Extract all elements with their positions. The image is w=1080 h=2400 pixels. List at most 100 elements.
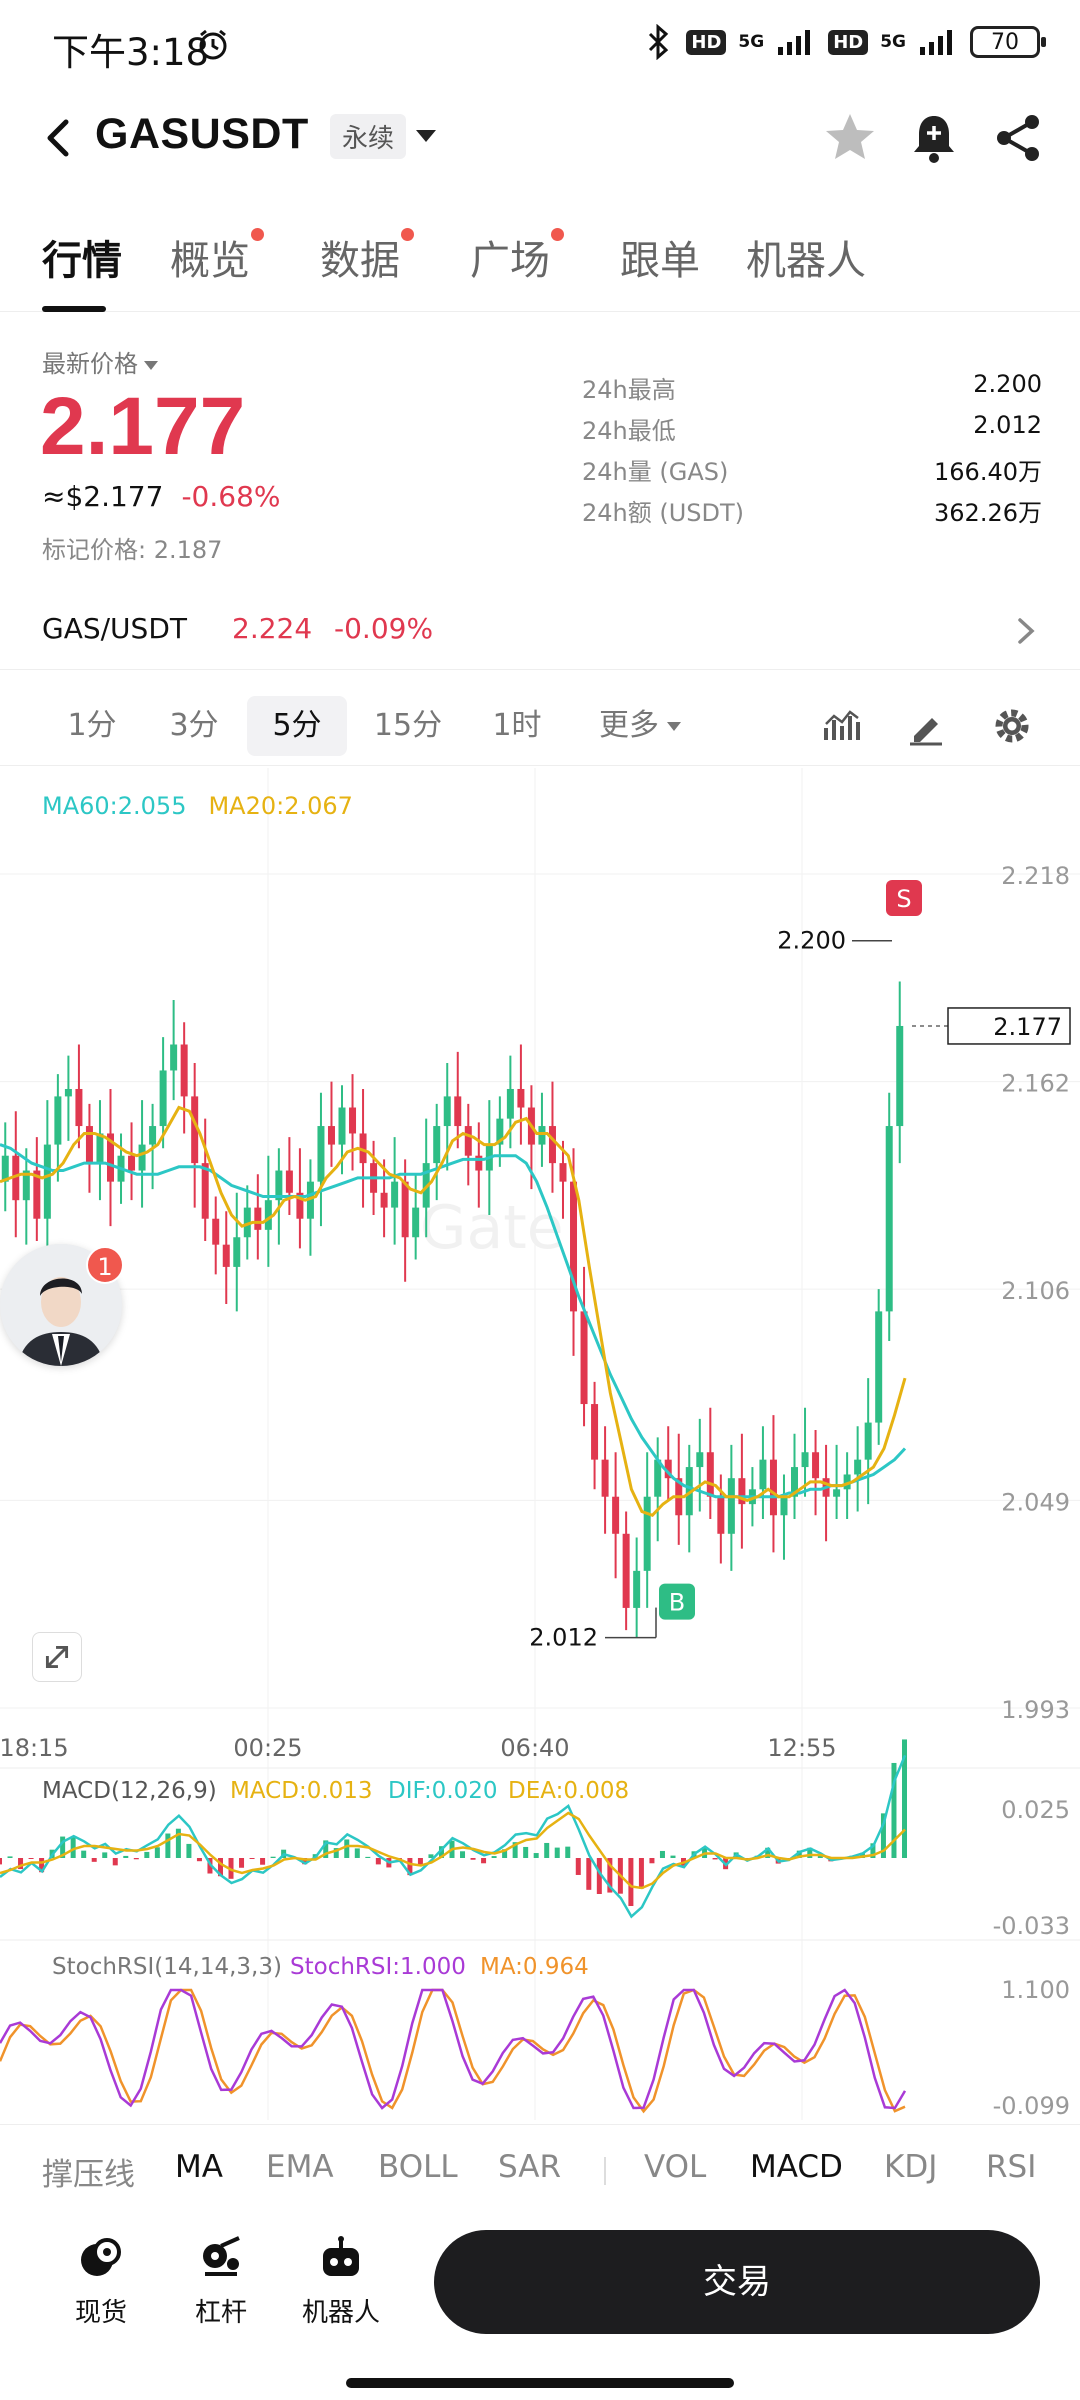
ind-vol[interactable]: VOL [644, 2149, 706, 2185]
contract-type-tag[interactable]: 永续 [330, 114, 407, 159]
macd-legend-macd: MACD:0.013 [230, 1778, 373, 1804]
stat-label: 24h量 (GAS) [582, 458, 729, 486]
macd-histogram-bar [133, 1858, 139, 1860]
candle-body [170, 1044, 178, 1071]
stat-label: 24h最低 [582, 417, 676, 445]
chevron-down-icon[interactable] [416, 130, 436, 142]
candle-body [875, 1311, 883, 1423]
stat-row: 24h最高 2.200 [582, 370, 1042, 411]
macd-histogram-bar [344, 1839, 350, 1858]
nav-spot[interactable]: 现货 [46, 2234, 156, 2329]
candle-body [64, 1088, 72, 1097]
stoch-ma-line [0, 1988, 906, 2114]
macd-histogram-bar [270, 1856, 276, 1858]
active-tab-indicator [42, 306, 106, 312]
candle-body [622, 1533, 630, 1608]
nav-leverage-label: 杠杆 [194, 2298, 247, 2328]
spot-coin-icon [81, 2238, 121, 2276]
ind-kdj[interactable]: KDJ [884, 2149, 937, 2185]
tf-5m[interactable]: 5分 [247, 696, 347, 756]
ind-rsi[interactable]: RSI [986, 2149, 1036, 2185]
candle-body [864, 1422, 872, 1460]
candle-body [727, 1478, 735, 1534]
signal-icon-2 [920, 30, 952, 55]
macd-histogram-bar [649, 1858, 655, 1864]
home-indicator[interactable] [346, 2378, 734, 2388]
macd-histogram-bar [0, 1858, 2, 1865]
macd-histogram-bar [460, 1851, 466, 1858]
macd-histogram-bar [186, 1843, 192, 1858]
network-type-2: 5G [880, 32, 906, 52]
spot-pair-row[interactable]: GAS/USDT 2.224 -0.09% [0, 594, 1080, 670]
stat-row: 24h额 (USDT) 362.26万 [582, 493, 1042, 534]
ind-ema[interactable]: EMA [266, 2149, 334, 2185]
tf-3m[interactable]: 3分 [148, 696, 240, 756]
tf-1h[interactable]: 1时 [472, 696, 562, 756]
tab-bots[interactable]: 机器人 [746, 228, 866, 286]
x-tick-label: 06:40 [500, 1734, 569, 1762]
macd-histogram-bar [575, 1858, 581, 1875]
price-section: 最新价格 2.177 ≈$2.177 -0.68% 标记价格: 2.187 24h… [0, 330, 1080, 580]
stat-value: 166.40万 [934, 458, 1042, 486]
candle-body [506, 1088, 514, 1119]
macd-histogram-bar [554, 1847, 560, 1858]
notification-dot [251, 228, 264, 241]
latest-price-selector[interactable]: 最新价格 [42, 344, 158, 379]
candle-body [128, 1155, 136, 1171]
trade-button[interactable]: 交易 [434, 2230, 1040, 2334]
stoch-legend-ma: MA:0.964 [480, 1954, 589, 1980]
spot-pair-name: GAS/USDT [42, 612, 187, 645]
battery-icon: 70 [970, 26, 1046, 58]
nav-spot-label: 现货 [74, 2298, 127, 2328]
macd-histogram-bar [544, 1842, 550, 1858]
tf-1m[interactable]: 1分 [46, 696, 138, 756]
macd-histogram-bar [144, 1851, 150, 1858]
status-icons: HD 5G HD 5G 70 [644, 24, 1046, 60]
tab-data[interactable]: 数据 [320, 228, 414, 286]
tf-15m[interactable]: 15分 [358, 696, 458, 756]
timeframe-bar: 1分 3分 5分 15分 1时 更多 [0, 686, 1080, 766]
ind-macd[interactable]: MACD [750, 2149, 843, 2185]
high-price-label: 2.200 [777, 927, 846, 955]
stoch-tick-label: -0.099 [993, 2092, 1070, 2120]
indicator-chart-icon[interactable] [822, 706, 862, 746]
candle-body [317, 1126, 325, 1182]
expand-fullscreen-icon[interactable] [32, 1632, 82, 1682]
tab-copy-trading[interactable]: 跟单 [620, 228, 700, 286]
pair-title[interactable]: GASUSDT [95, 110, 309, 159]
ind-boll[interactable]: BOLL [378, 2149, 458, 2185]
star-icon[interactable] [820, 108, 880, 168]
stoch-tick-label: 1.100 [1001, 1976, 1070, 2004]
candle-body [254, 1207, 262, 1230]
macd-histogram-bar [586, 1858, 592, 1890]
stoch-rsi-line [0, 1988, 907, 2110]
tab-overview[interactable]: 概览 [170, 228, 264, 286]
alert-bell-icon[interactable] [904, 108, 964, 168]
tf-more[interactable]: 更多 [580, 696, 700, 756]
current-price-label: 2.177 [993, 1013, 1062, 1041]
ind-support-resistance[interactable]: 撑压线 [42, 2149, 135, 2194]
latest-price-label: 最新价格 [42, 350, 138, 378]
candle-body [138, 1144, 146, 1171]
back-icon[interactable] [36, 110, 84, 166]
chevron-right-icon[interactable] [1010, 614, 1040, 648]
settings-gear-icon[interactable] [992, 706, 1032, 746]
macd-histogram-bar [28, 1858, 34, 1859]
ma-legend: MA60:2.055 MA20:2.067 [42, 792, 353, 820]
candle-body [212, 1218, 220, 1245]
candle-body [201, 1163, 209, 1219]
nav-leverage[interactable]: 杠杆 [166, 2234, 276, 2329]
candle-body [601, 1459, 609, 1497]
draw-pencil-icon[interactable] [906, 706, 946, 746]
tab-square[interactable]: 广场 [470, 228, 564, 286]
tab-market[interactable]: 行情 [42, 228, 122, 286]
ind-sar[interactable]: SAR [498, 2149, 561, 2185]
kline-chart[interactable]: 2.218 2.162 2.106 2.049 1.993 Gate 2.200 S 2.012… [0, 768, 1080, 2120]
nav-bot[interactable]: 机器人 [286, 2234, 396, 2329]
y-tick-label: 2.218 [1001, 862, 1070, 890]
y-tick-label: 1.993 [1001, 1696, 1070, 1724]
macd-histogram-bar [123, 1855, 129, 1858]
share-icon[interactable] [988, 108, 1048, 168]
ind-ma[interactable]: MA [175, 2149, 223, 2185]
candle-body [149, 1126, 157, 1145]
